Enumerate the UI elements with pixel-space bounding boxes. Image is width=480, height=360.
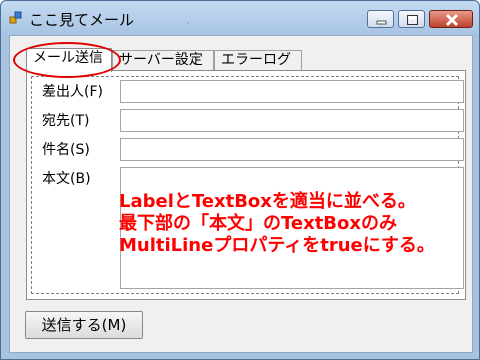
minimize-icon	[376, 20, 387, 25]
annotation-note: LabelとTextBoxを適当に並べる。 最下部の「本文」のTextBoxのみ…	[119, 191, 435, 257]
sender-textbox[interactable]	[120, 80, 464, 103]
annotation-line-1: LabelとTextBoxを適当に並べる。	[119, 191, 416, 212]
window-title: ここ見てメール	[29, 11, 135, 29]
recipient-textbox[interactable]	[120, 109, 464, 132]
tab-highlight-circle	[13, 42, 121, 78]
mail-app-icon	[9, 11, 22, 24]
subject-textbox[interactable]	[120, 138, 464, 161]
tab-error-log[interactable]: エラーログ等	[214, 50, 302, 86]
close-icon	[445, 13, 459, 27]
close-button[interactable]	[429, 10, 473, 28]
send-button[interactable]: 送信する(M)	[25, 311, 143, 339]
tab-server-settings[interactable]: サーバー設定	[112, 50, 214, 70]
sender-label: 差出人(F)	[42, 84, 103, 100]
main-window: ここ見てメール · メール送信 サーバー設定 エラーログ等	[0, 0, 480, 360]
maximize-icon	[407, 15, 418, 25]
annotation-line-3: MultiLineプロパティをtrueにする。	[119, 235, 435, 256]
subject-label: 件名(S)	[42, 142, 90, 158]
minimize-button[interactable]	[367, 10, 394, 28]
maximize-button[interactable]	[398, 10, 425, 28]
title-bar[interactable]: ここ見てメール ·	[1, 1, 479, 35]
body-label: 本文(B)	[42, 171, 91, 187]
annotation-line-2: 最下部の「本文」のTextBoxのみ	[119, 213, 398, 234]
tab-page-mail-send: 差出人(F) 宛先(T) 件名(S) 本文(B)	[26, 70, 466, 300]
title-dot: ·	[187, 19, 190, 28]
recipient-label: 宛先(T)	[42, 113, 90, 129]
layout-frame: 差出人(F) 宛先(T) 件名(S) 本文(B)	[31, 76, 464, 294]
